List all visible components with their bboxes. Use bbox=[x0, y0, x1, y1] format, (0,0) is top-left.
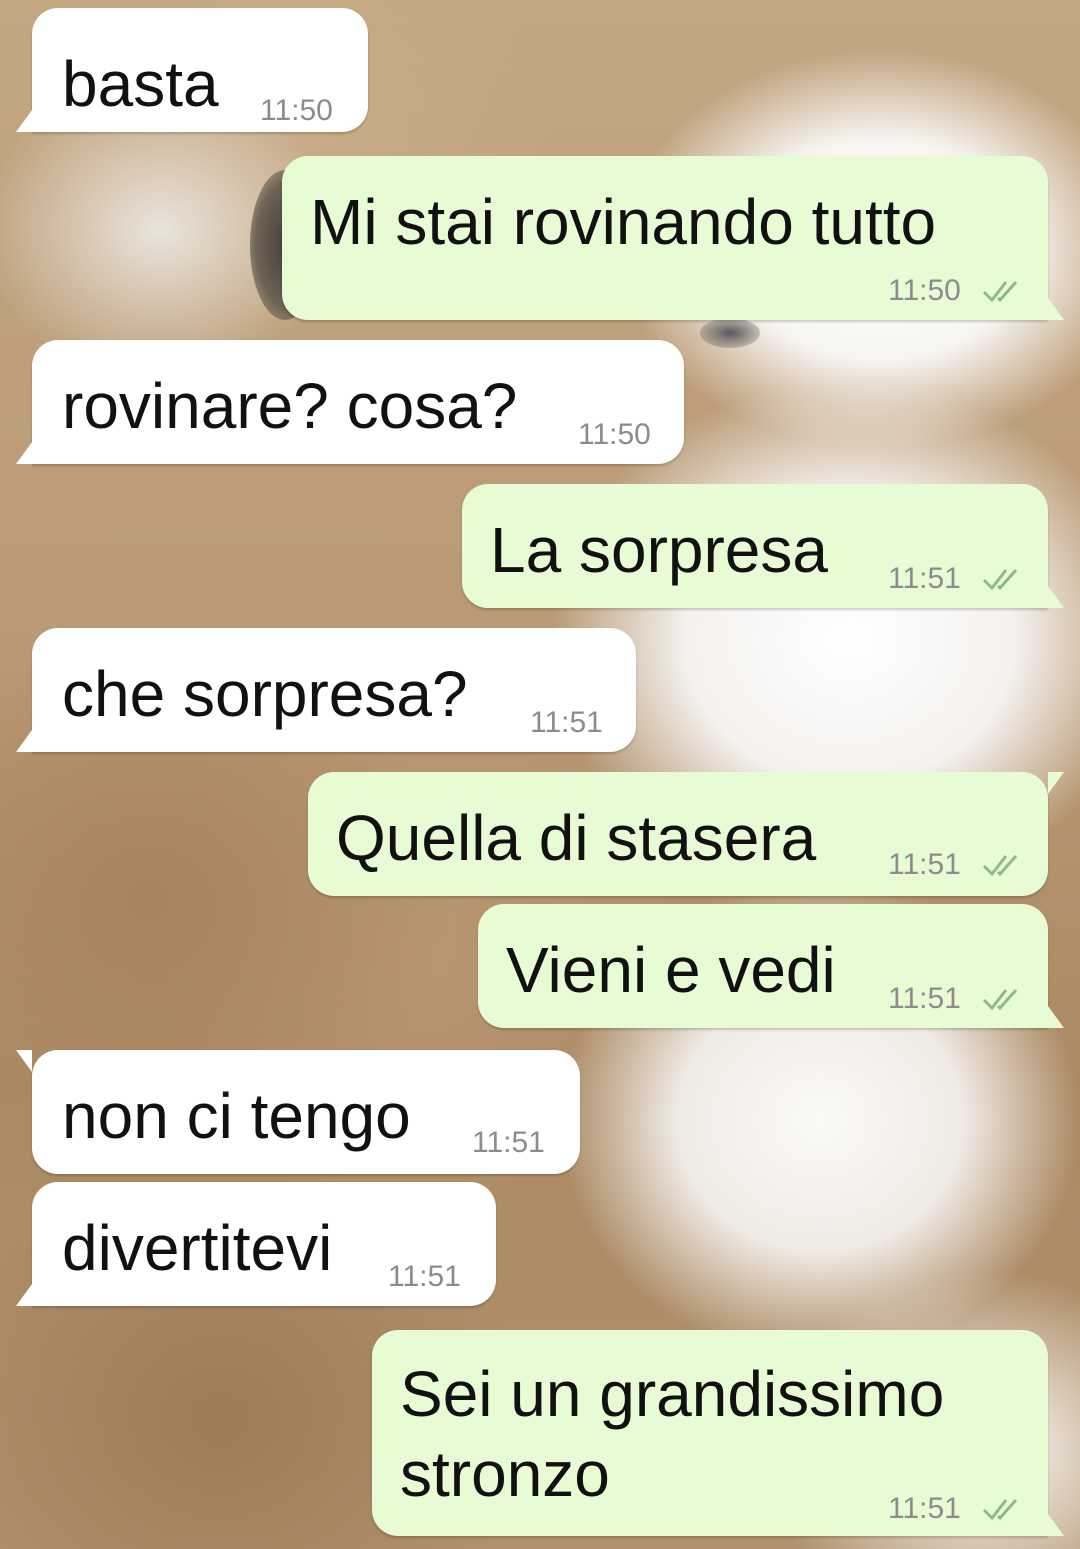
message-time: 11:51 bbox=[888, 1492, 961, 1525]
message-bubble-outgoing[interactable]: Mi stai rovinando tutto 11:50 bbox=[282, 156, 1064, 320]
message-bubble-outgoing[interactable]: La sorpresa 11:51 bbox=[462, 484, 1064, 608]
message-text-line-1: Sei un grandissimo bbox=[400, 1358, 945, 1430]
message-text: Quella di stasera bbox=[336, 802, 817, 874]
message-text: non ci tengo bbox=[62, 1080, 411, 1152]
message-time: 11:50 bbox=[260, 94, 333, 127]
message-bubble-outgoing[interactable]: Sei un grandissimo stronzo 11:51 bbox=[372, 1330, 1064, 1536]
message-text: che sorpresa? bbox=[62, 658, 468, 730]
double-check-icon bbox=[982, 1499, 1018, 1521]
message-bubble-incoming[interactable]: rovinare? cosa? 11:50 bbox=[16, 340, 684, 464]
double-check-icon bbox=[982, 989, 1018, 1011]
double-check-icon bbox=[982, 569, 1018, 591]
message-text: rovinare? cosa? bbox=[62, 370, 518, 442]
message-bubble-incoming[interactable]: divertitevi 11:51 bbox=[16, 1182, 496, 1306]
message-time: 11:51 bbox=[530, 706, 603, 739]
double-check-icon bbox=[982, 281, 1018, 303]
wallpaper-nose bbox=[700, 318, 760, 348]
message-bubble-incoming[interactable]: non ci tengo 11:51 bbox=[16, 1050, 580, 1174]
message-text: Mi stai rovinando tutto bbox=[310, 186, 937, 258]
message-bubble-incoming[interactable]: basta 11:50 bbox=[16, 8, 368, 132]
message-time: 11:51 bbox=[888, 848, 961, 881]
message-text-line-2: stronzo bbox=[400, 1438, 610, 1510]
message-time: 11:51 bbox=[472, 1126, 545, 1159]
message-text: basta bbox=[62, 48, 219, 120]
message-time: 11:50 bbox=[888, 274, 961, 307]
message-time: 11:51 bbox=[888, 562, 961, 595]
message-text: Vieni e vedi bbox=[506, 934, 836, 1006]
message-time: 11:50 bbox=[578, 418, 651, 451]
message-bubble-incoming[interactable]: che sorpresa? 11:51 bbox=[16, 628, 636, 752]
message-bubble-outgoing[interactable]: Quella di stasera 11:51 bbox=[308, 772, 1064, 896]
message-text: La sorpresa bbox=[490, 514, 828, 586]
message-text: divertitevi bbox=[62, 1212, 333, 1284]
message-time: 11:51 bbox=[388, 1260, 461, 1293]
message-bubble-outgoing[interactable]: Vieni e vedi 11:51 bbox=[478, 904, 1064, 1028]
message-time: 11:51 bbox=[888, 982, 961, 1015]
double-check-icon bbox=[982, 855, 1018, 877]
